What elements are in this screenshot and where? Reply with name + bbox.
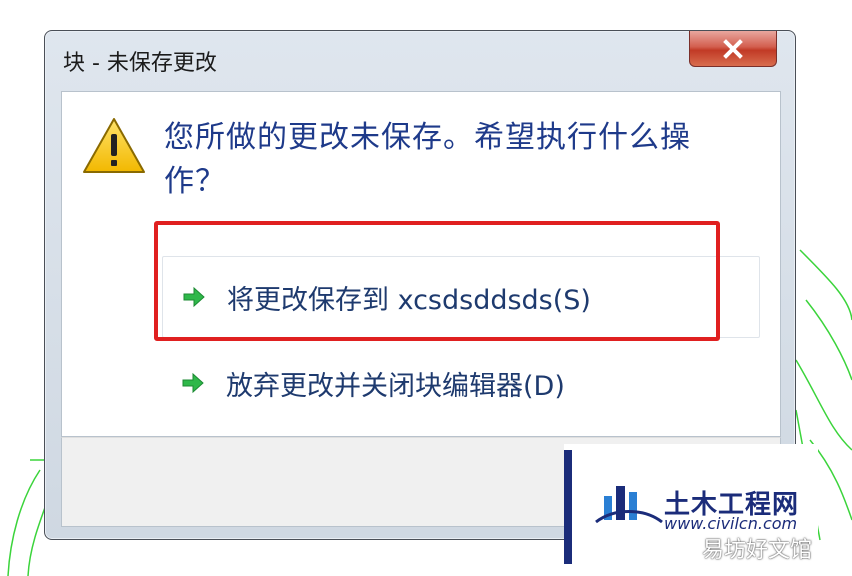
watermark-url: www.civilcn.com — [664, 514, 798, 533]
dialog-message: 您所做的更改未保存。希望执行什么操作？ — [164, 120, 691, 199]
watermark-source: 易坊好文馆 — [702, 538, 813, 563]
green-arrow-icon — [182, 372, 204, 394]
save-changes-option[interactable]: 将更改保存到 xcsdsddsds(S) — [162, 256, 760, 338]
dialog-content: 您所做的更改未保存。希望执行什么操作？ 将更改保存到 xcsdsddsds(S)… — [61, 91, 781, 437]
discard-changes-option[interactable]: 放弃更改并关闭块编辑器(D) — [162, 342, 760, 424]
watermark-bar — [564, 450, 572, 564]
building-logo-icon — [595, 486, 663, 524]
dialog-title: 块 - 未保存更改 — [63, 51, 217, 76]
close-icon — [723, 38, 743, 59]
green-arrow-icon — [182, 285, 206, 309]
close-button[interactable] — [689, 31, 777, 67]
save-changes-label: 将更改保存到 xcsdsddsds(S) — [227, 284, 591, 316]
discard-changes-label: 放弃更改并关闭块编辑器(D) — [226, 370, 565, 402]
warning-icon — [83, 118, 145, 173]
